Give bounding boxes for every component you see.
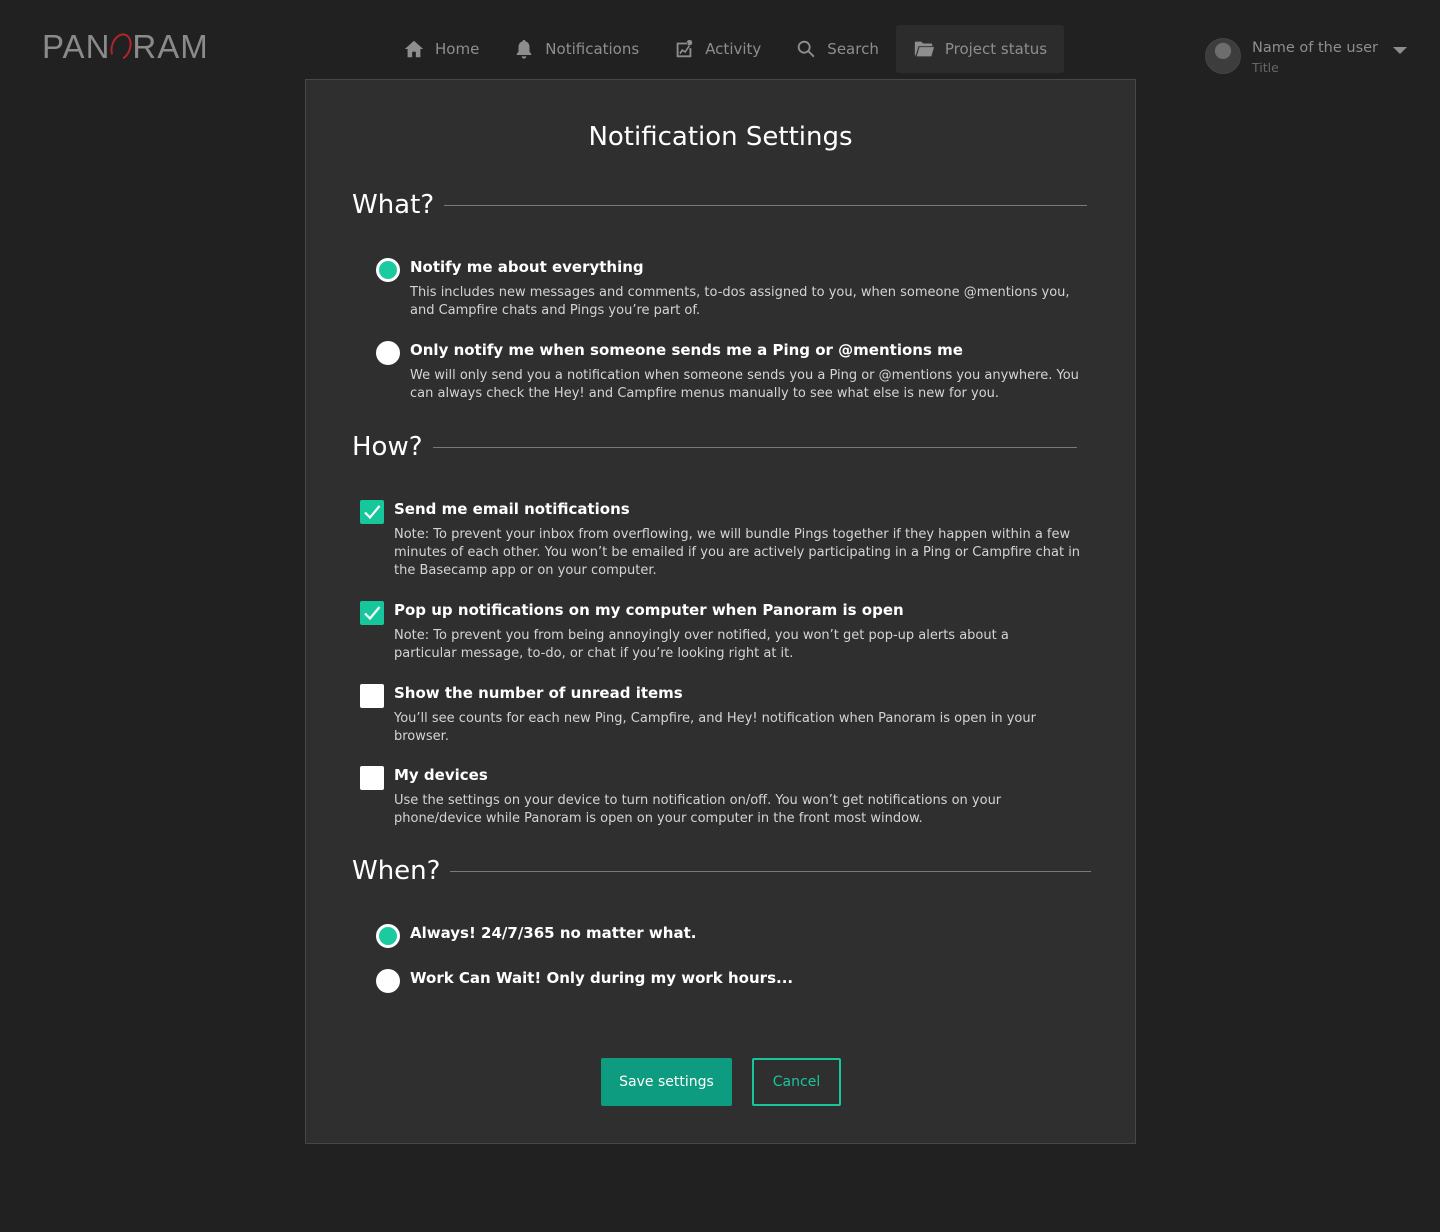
option-title: My devices [394,766,488,784]
option-title: Send me email notifications [394,500,630,518]
radio-button-selected[interactable] [376,924,400,948]
main-nav: Home Notifications Activity Search Proje… [386,25,1065,73]
cancel-button[interactable]: Cancel [752,1058,841,1106]
search-icon [798,40,815,58]
user-name: Name of the user [1252,40,1379,56]
radio-button[interactable] [376,969,400,993]
checkmark-icon [364,505,381,520]
nav-item-label: Home [435,40,480,58]
option-description: Note: To prevent your inbox from overflo… [394,527,1081,578]
section-how-heading: How? [352,432,1077,462]
bell-icon [516,39,532,59]
checkbox[interactable] [360,766,384,790]
option-description: Note: To prevent you from being annoying… [394,628,1009,661]
option-description: This includes new messages and comments,… [410,285,1070,318]
nav-item-label: Project status [944,40,1048,58]
radio-button-selected[interactable] [376,258,400,282]
user-text: Name of the user Title [1252,38,1378,75]
section-heading-label: What? [352,190,435,220]
nav-item-project-status[interactable]: Project status [895,25,1065,73]
checkbox-checked[interactable] [360,601,384,625]
logo-o-ring-icon [107,30,136,64]
nav-item-search[interactable]: Search [778,25,896,73]
user-menu[interactable]: Name of the user Title [1205,38,1408,75]
nav-item-label: Notifications [545,40,640,58]
nav-item-home[interactable]: Home [386,25,496,73]
section-heading-label: How? [352,432,423,462]
option-title: Only notify me when someone sends me a P… [410,341,963,359]
radio-button[interactable] [376,341,400,365]
option-title: Notify me about everything [410,258,644,276]
section-when-heading: When? [352,856,1092,886]
section-heading-label: When? [352,856,441,886]
option-title: Pop up notifications on my computer when… [394,601,904,619]
option-title: Show the number of unread items [394,684,683,702]
option-description: You’ll see counts for each new Ping, Cam… [394,711,1036,744]
notification-settings-panel: Notification Settings What? Notify me ab… [305,79,1136,1144]
checkbox[interactable] [360,684,384,708]
section-divider [444,204,1088,206]
home-icon [404,40,424,58]
section-what-heading: What? [352,190,1088,220]
chevron-down-icon[interactable] [1393,47,1408,54]
panoram-logo[interactable]: PAN RAM [42,28,209,65]
section-divider [450,870,1092,872]
checkbox-checked[interactable] [360,500,384,524]
avatar[interactable] [1205,38,1241,74]
option-title: Always! 24/7/365 no matter what. [410,924,697,942]
nav-item-label: Activity [705,40,762,58]
option-title: Work Can Wait! Only during my work hours… [410,969,794,987]
nav-item-activity[interactable]: Activity [656,25,778,73]
section-divider [432,446,1077,448]
logo-text-right: RAM [132,28,209,65]
logo-text-left: PAN [42,28,111,65]
nav-item-label: Search [827,40,879,58]
page-title: Notification Settings [588,122,853,152]
nav-item-notifications[interactable]: Notifications [496,25,656,73]
activity-icon [676,39,693,58]
option-description: We will only send you a notification whe… [410,368,1079,401]
user-title: Title [1252,60,1279,75]
folder-icon [914,41,934,57]
checkmark-icon [364,606,381,621]
save-settings-button[interactable]: Save settings [601,1058,732,1106]
option-description: Use the settings on your device to turn … [394,793,1002,826]
